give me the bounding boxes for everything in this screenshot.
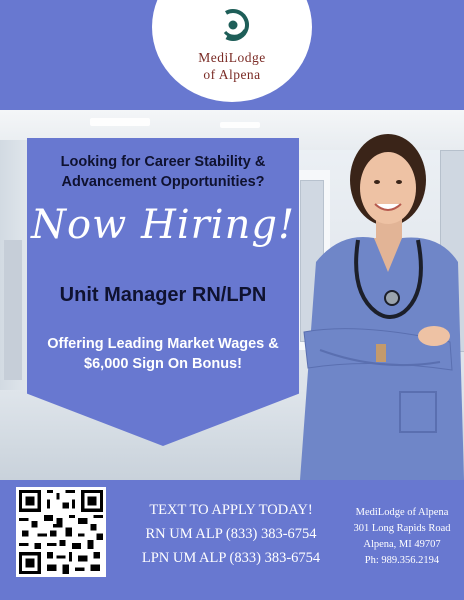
offer-line1: Offering Leading Market Wages & xyxy=(47,336,279,352)
headline-line1: Looking for Career Stability & xyxy=(60,154,266,170)
offer-line2: $6,000 Sign On Bonus! xyxy=(84,356,242,372)
headline-line2: Advancement Opportunities? xyxy=(61,174,265,190)
medilodge-logo-icon xyxy=(217,9,249,41)
facility-name: MediLodge of Alpena xyxy=(355,507,449,518)
qr-code-icon[interactable] xyxy=(16,487,106,577)
job-poster: MediLodge of Alpena Looking for Career S… xyxy=(0,0,464,600)
ceiling-light xyxy=(220,122,260,128)
rn-phone-line[interactable]: RN UM ALP (833) 383-6754 xyxy=(118,526,344,543)
text-to-apply: TEXT TO APPLY TODAY! xyxy=(149,502,313,518)
lpn-phone-line[interactable]: LPN UM ALP (833) 383-6754 xyxy=(118,550,344,567)
corridor-door xyxy=(4,240,22,380)
street-address: 301 Long Rapids Road xyxy=(353,523,451,534)
facility-phone[interactable]: Ph: 989.356.2194 xyxy=(346,553,458,569)
position-title: Unit Manager RN/LPN xyxy=(59,284,267,306)
offer-text: Offering Leading Market Wages & $6,000 S… xyxy=(27,334,299,374)
headline: Looking for Career Stability & Advanceme… xyxy=(27,152,299,192)
now-hiring-heading: Now Hiring! xyxy=(30,202,296,248)
nurse-photo xyxy=(300,134,464,480)
brand-name-line2: of Alpena xyxy=(203,67,261,82)
city-state-zip: Alpena, MI 49707 xyxy=(363,539,441,550)
facility-address: MediLodge of Alpena 301 Long Rapids Road… xyxy=(346,505,458,569)
ceiling-light xyxy=(90,118,150,126)
hiring-banner: Looking for Career Stability & Advanceme… xyxy=(27,138,299,446)
brand-name-line1: MediLodge xyxy=(198,50,266,65)
